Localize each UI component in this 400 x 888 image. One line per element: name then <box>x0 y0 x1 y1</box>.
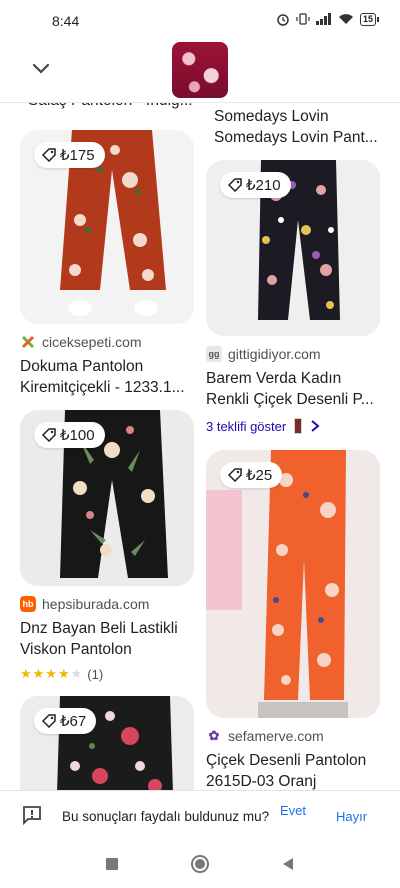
wifi-icon <box>338 14 353 24</box>
product-title-line1: Dnz Bayan Beli Lastikli <box>20 620 178 637</box>
recents-icon[interactable] <box>104 856 120 872</box>
product-title[interactable]: Barem Verda Kadın Renkli Çiçek Desenli P… <box>206 368 380 410</box>
feedback-bar: Bu sonuçları faydalı buldunuz mu? Evet H… <box>0 790 400 843</box>
offer-thumbnail-icon <box>294 418 303 434</box>
product-card[interactable]: ₺25 ✿ sefamerve.com Çiçek Desenli Pantol… <box>206 450 380 790</box>
partial-title-right-line2: Somedays Lovin Pant... <box>214 129 378 146</box>
price-tag-icon <box>42 428 56 442</box>
back-icon[interactable] <box>280 856 296 872</box>
price-value: ₺67 <box>60 713 87 730</box>
gittigidiyor-logo-icon: gg <box>206 346 222 362</box>
product-title-line1: Dokuma Pantolon <box>20 358 144 375</box>
source-row: gg gittigidiyor.com <box>206 346 380 362</box>
feedback-no-button[interactable]: Hayır <box>336 809 367 824</box>
price-tag-icon <box>228 178 242 192</box>
price-tag-icon <box>42 714 56 728</box>
status-bar: 8:44 15 <box>0 0 400 40</box>
product-title-line1: Barem Verda Kadın <box>206 370 342 387</box>
price-badge: ₺100 <box>34 422 105 448</box>
product-title[interactable]: Dokuma Pantolon Kiremitçiçekli - 1233.1.… <box>20 356 194 398</box>
source-domain: gittigidiyor.com <box>228 346 321 362</box>
source-row: hb hepsiburada.com <box>20 596 194 612</box>
chevron-right-icon <box>311 420 320 432</box>
price-badge: ₺210 <box>220 172 291 198</box>
signal-icon <box>315 13 331 25</box>
price-tag-icon <box>228 468 242 482</box>
image-search-header <box>0 40 400 103</box>
price-value: ₺25 <box>246 467 273 484</box>
feedback-question: Bu sonuçları faydalı buldunuz mu? <box>62 809 270 824</box>
feedback-yes-button[interactable]: Evet <box>280 803 306 818</box>
product-image[interactable]: ₺210 <box>206 160 380 336</box>
feedback-icon <box>23 806 41 825</box>
battery-icon: 15 <box>359 12 380 26</box>
home-icon[interactable] <box>190 854 210 874</box>
rating-count: (1) <box>87 666 104 682</box>
product-image[interactable]: ₺175 <box>20 130 194 324</box>
product-card[interactable]: ₺210 gg gittigidiyor.com Barem Verda Kad… <box>206 160 380 434</box>
product-image[interactable]: ₺67 <box>20 696 194 790</box>
partial-title-right[interactable]: Somedays Lovin Somedays Lovin Pant... <box>214 106 378 148</box>
ciceksepeti-logo-icon <box>20 334 36 350</box>
product-title-line2: Renkli Çiçek Desenli P... <box>206 391 374 408</box>
price-badge: ₺25 <box>220 462 283 488</box>
price-value: ₺100 <box>60 427 95 444</box>
product-title[interactable]: Dnz Bayan Beli Lastikli Viskon Pantolon <box>20 618 194 660</box>
source-domain: sefamerve.com <box>228 728 324 744</box>
hepsiburada-logo-icon: hb <box>20 596 36 612</box>
price-badge: ₺67 <box>34 708 97 734</box>
source-row: ✿ sefamerve.com <box>206 728 380 744</box>
system-nav-bar <box>0 842 400 888</box>
product-title-line2: 2615D-03 Oranj <box>206 773 317 790</box>
rating-row: ★★★★★ (1) <box>20 666 194 682</box>
status-icons: 15 <box>276 12 380 26</box>
query-image-thumbnail[interactable] <box>172 42 228 98</box>
clock: 8:44 <box>52 13 80 29</box>
product-title-line1: Çiçek Desenli Pantolon <box>206 752 367 769</box>
price-tag-icon <box>42 148 56 162</box>
results-feed[interactable]: Salaş Pantolon - İndig... Somedays Lovin… <box>0 102 400 790</box>
product-card[interactable]: ₺175 ciceksepeti.com Dokuma Pantolon Kir… <box>20 130 194 398</box>
star-rating-icon: ★★★★★ <box>20 666 84 681</box>
price-badge: ₺175 <box>34 142 105 168</box>
partial-title-left[interactable]: Salaş Pantolon - İndig... <box>28 102 193 110</box>
source-domain: ciceksepeti.com <box>42 334 142 350</box>
product-title-line2: Viskon Pantolon <box>20 641 132 658</box>
product-image[interactable]: ₺100 <box>20 410 194 586</box>
source-domain: hepsiburada.com <box>42 596 150 612</box>
alarm-icon <box>277 14 289 26</box>
pants-image <box>206 450 380 718</box>
price-value: ₺175 <box>60 147 95 164</box>
more-offers-label: 3 teklifi göster <box>206 418 287 434</box>
product-title[interactable]: Çiçek Desenli Pantolon 2615D-03 Oranj <box>206 750 380 790</box>
product-title-line2: Kiremitçiçekli - 1233.1... <box>20 379 185 396</box>
price-value: ₺210 <box>246 177 281 194</box>
product-image[interactable]: ₺25 <box>206 450 380 718</box>
product-card[interactable]: ₺100 hb hepsiburada.com Dnz Bayan Beli L… <box>20 410 194 682</box>
product-card[interactable]: ₺67 <box>20 696 194 790</box>
vibrate-icon <box>296 13 310 25</box>
chevron-down-icon[interactable] <box>28 56 54 82</box>
source-row: ciceksepeti.com <box>20 334 194 350</box>
partial-title-right-line1: Somedays Lovin <box>214 108 329 125</box>
more-offers-link[interactable]: 3 teklifi göster <box>206 418 380 434</box>
sefamerve-logo-icon: ✿ <box>208 728 220 743</box>
